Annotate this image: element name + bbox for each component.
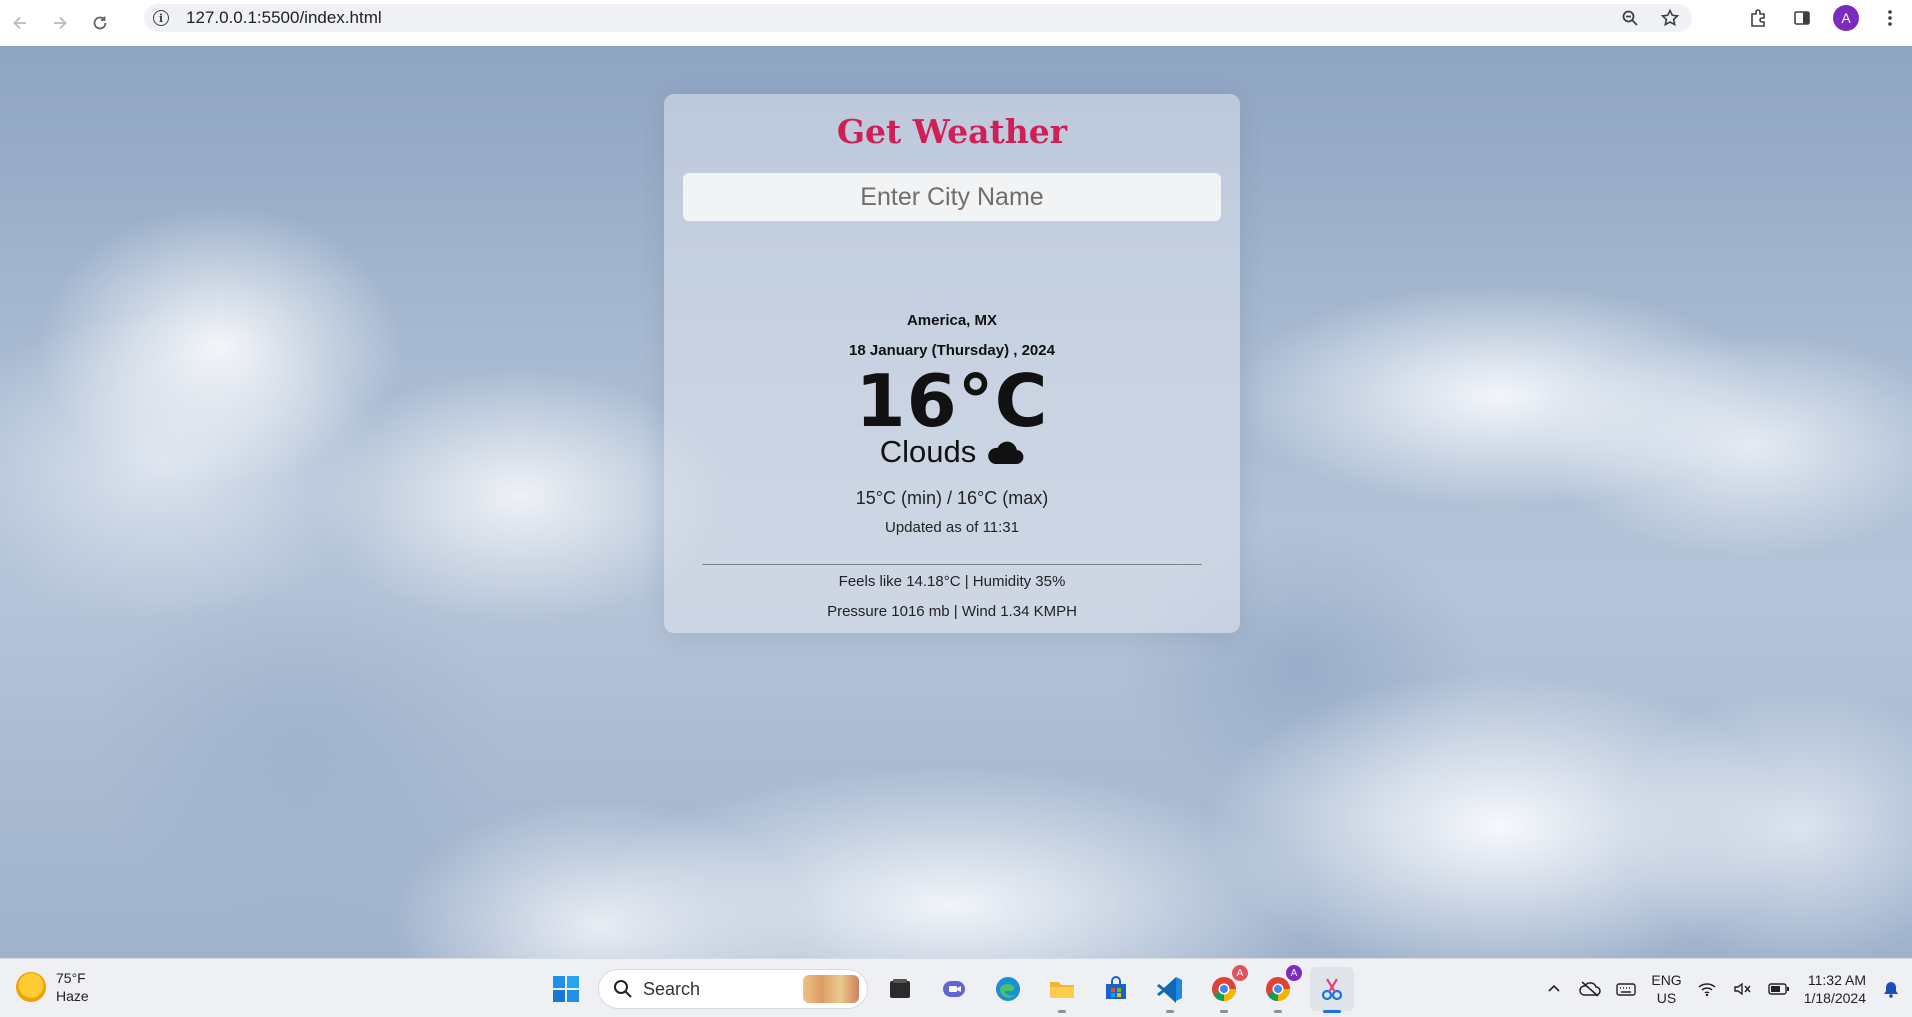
taskbar-app-vscode[interactable] [1148, 967, 1192, 1013]
input-language-indicator[interactable]: ENG US [1651, 971, 1681, 1007]
reload-icon [93, 16, 107, 30]
windows-logo-icon [553, 976, 579, 1002]
cloud-icon [988, 441, 1024, 465]
taskbar-app-file-explorer[interactable] [1040, 967, 1084, 1013]
taskbar-app-chrome-profile-1[interactable]: A [1202, 965, 1248, 1013]
taskbar-weather-temp: 75°F [56, 970, 86, 986]
folder-icon [1050, 982, 1074, 998]
wifi-icon[interactable] [1696, 978, 1718, 1000]
weather-card: Get Weather America, MX 18 January (Thur… [664, 94, 1240, 633]
clock-date: 1/18/2024 [1803, 989, 1866, 1006]
profile-button[interactable]: A [1824, 0, 1868, 36]
page-background: Get Weather America, MX 18 January (Thur… [0, 46, 1912, 958]
notification-bell-icon[interactable] [1880, 978, 1902, 1000]
taskbar-app-chrome-profile-2[interactable]: A [1256, 965, 1302, 1013]
taskbar-clock[interactable]: 11:32 AM 1/18/2024 [1804, 971, 1866, 1007]
sun-haze-icon [16, 972, 46, 1002]
edge-browser-icon [996, 977, 1020, 1001]
running-indicator [1274, 1010, 1282, 1013]
page-title: Get Weather [836, 112, 1068, 151]
vscode-icon [1157, 977, 1182, 1003]
taskbar-weather-widget[interactable]: 75°F Haze [16, 969, 89, 1005]
condition-label: Clouds [879, 434, 977, 469]
address-url[interactable]: 127.0.0.1:5500/index.html [186, 8, 382, 28]
clock-time: 11:32 AM [1807, 971, 1866, 988]
search-icon [614, 980, 632, 998]
running-indicator [1220, 1010, 1228, 1013]
feels-like-humidity: Feels like 14.18°C | Humidity 35% [838, 573, 1066, 590]
onedrive-offline-icon[interactable] [1579, 978, 1602, 1000]
taskbar-app-snipping-tool[interactable] [1310, 967, 1354, 1013]
battery-icon[interactable] [1768, 978, 1790, 1000]
keyboard-icon[interactable] [1615, 978, 1637, 1000]
pressure-wind: Pressure 1016 mb | Wind 1.34 KMPH [827, 603, 1077, 620]
volume-muted-icon[interactable] [1732, 978, 1754, 1000]
region-label: US [1656, 989, 1677, 1006]
running-indicator [1058, 1010, 1066, 1013]
location-text: America, MX [906, 312, 998, 329]
arrow-right-icon [54, 16, 67, 30]
start-button[interactable] [544, 967, 588, 1011]
search-highlight-image [803, 975, 859, 1003]
taskbar-app-store[interactable] [1094, 967, 1138, 1011]
arrow-left-icon [13, 16, 26, 30]
profile-badge: A [1232, 965, 1248, 981]
avatar: A [1833, 5, 1859, 31]
chrome-browser-icon [1266, 977, 1290, 1001]
site-info-icon[interactable]: i [144, 10, 178, 26]
taskbar-search[interactable]: Search [598, 969, 868, 1009]
running-indicator [1166, 1010, 1174, 1013]
store-bag-icon [1106, 976, 1126, 999]
side-panel-icon[interactable] [1780, 0, 1824, 36]
snipping-tool-icon [1321, 978, 1343, 1001]
taskbar-app-terminal[interactable] [878, 967, 922, 1011]
taskbar-app-teams[interactable] [932, 967, 976, 1011]
back-button[interactable] [0, 5, 40, 41]
forward-button[interactable] [40, 5, 80, 41]
bookmark-star-icon[interactable] [1654, 4, 1686, 32]
address-bar[interactable]: i 127.0.0.1:5500/index.html [144, 4, 1692, 32]
temperature-value: 16°C [855, 359, 1049, 443]
updated-time: Updated as of 11:31 [885, 519, 1019, 536]
city-search-input[interactable] [683, 173, 1221, 221]
taskbar-app-edge[interactable] [986, 967, 1030, 1011]
divider [702, 564, 1202, 565]
terminal-icon [890, 979, 910, 998]
browser-toolbar: i 127.0.0.1:5500/index.html A [0, 0, 1912, 46]
profile-badge: A [1286, 965, 1302, 981]
chevron-up-icon[interactable] [1543, 978, 1565, 1000]
chrome-browser-icon [1212, 977, 1236, 1001]
language-label: ENG [1651, 971, 1682, 988]
video-chat-icon [943, 981, 965, 997]
taskbar-weather-desc: Haze [56, 988, 89, 1004]
date-text: 18 January (Thursday) , 2024 [849, 342, 1055, 359]
running-indicator [1323, 1010, 1341, 1013]
min-max-temperature: 15°C (min) / 16°C (max) [855, 488, 1049, 508]
taskbar-search-label: Search [643, 978, 701, 999]
zoom-icon[interactable] [1614, 4, 1646, 32]
menu-kebab-icon[interactable] [1868, 0, 1912, 36]
taskbar: 75°F Haze Search A A ENG US 11:32 AM 1/1… [0, 958, 1912, 1017]
extensions-icon[interactable] [1736, 0, 1780, 36]
reload-button[interactable] [80, 5, 120, 41]
weather-condition: Clouds [664, 434, 1240, 470]
